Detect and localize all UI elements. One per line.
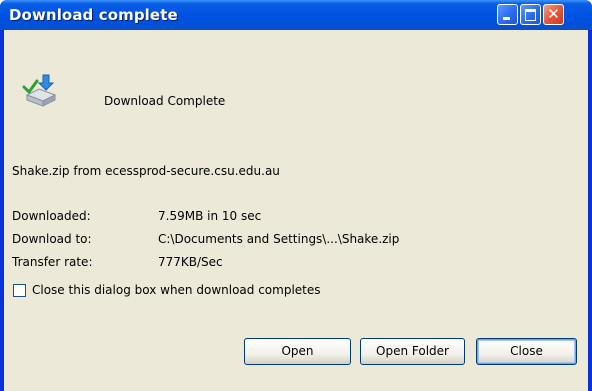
transfer-rate-value: 777KB/Sec: [158, 255, 223, 269]
downloaded-value: 7.59MB in 10 sec: [158, 209, 262, 223]
download-complete-window: Download complete ✕ Download Complete Sh…: [0, 0, 592, 391]
download-source: Shake.zip from ecessprod-secure.csu.edu.…: [12, 164, 280, 178]
downloaded-label: Downloaded:: [12, 209, 91, 223]
download-complete-icon: [22, 74, 57, 107]
open-button[interactable]: Open: [244, 338, 351, 365]
minimize-icon: [503, 17, 510, 20]
download-to-value: C:\Documents and Settings\...\Shake.zip: [158, 232, 400, 246]
title-bar[interactable]: Download complete ✕: [0, 0, 592, 30]
dialog-body: Download Complete Shake.zip from ecesspr…: [4, 30, 588, 391]
close-when-complete-checkbox[interactable]: [13, 284, 26, 297]
open-folder-button[interactable]: Open Folder: [360, 338, 465, 365]
window-close-button[interactable]: ✕: [543, 4, 564, 25]
download-to-label: Download to:: [12, 232, 92, 246]
close-when-complete-label[interactable]: Close this dialog box when download comp…: [32, 283, 321, 297]
window-title: Download complete: [9, 6, 178, 24]
dialog-heading: Download Complete: [104, 94, 226, 108]
maximize-icon: [525, 9, 536, 21]
close-icon: ✕: [547, 5, 560, 23]
minimize-button[interactable]: [497, 4, 518, 25]
maximize-button[interactable]: [520, 4, 541, 25]
transfer-rate-label: Transfer rate:: [12, 255, 93, 269]
close-button[interactable]: Close: [476, 338, 577, 365]
